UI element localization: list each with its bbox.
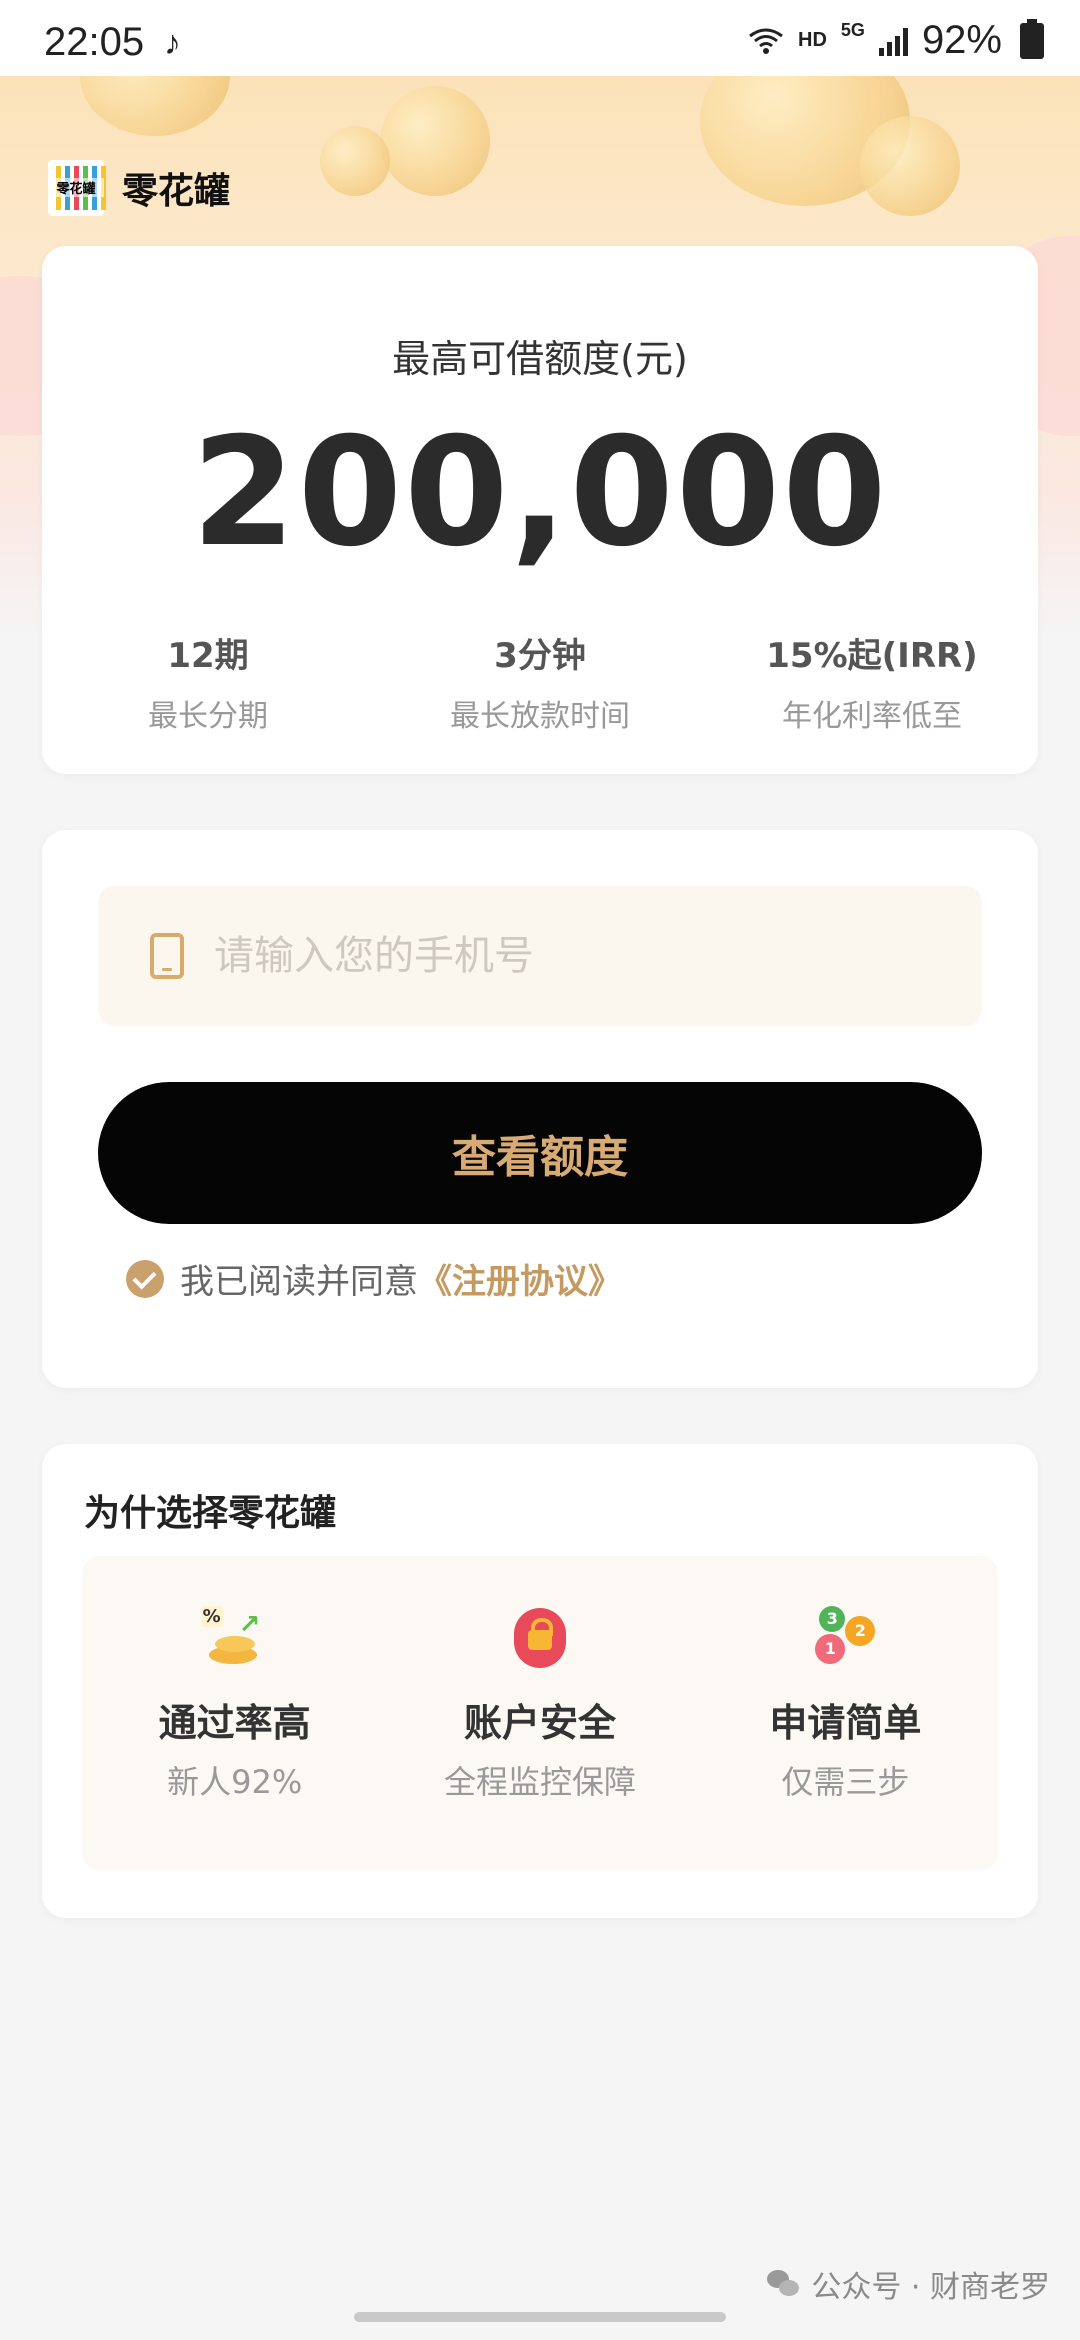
- feature-subtitle: 仅需三步: [781, 1763, 910, 1801]
- signal-icon: [878, 26, 908, 56]
- stat-desc: 最长分期: [148, 699, 268, 734]
- growth-coins-icon: % ↗: [195, 1606, 275, 1678]
- battery-percent: 92%: [921, 18, 1002, 62]
- coin-decoration: [80, 76, 230, 136]
- agree-checkbox[interactable]: [126, 1259, 164, 1298]
- wechat-icon: [767, 2270, 801, 2298]
- coin-decoration: [860, 116, 960, 216]
- phone-input-box[interactable]: [98, 886, 982, 1026]
- agree-text: 我已阅读并同意: [180, 1262, 418, 1302]
- brand-name: 零花罐: [122, 171, 231, 212]
- credit-stats: 12期 最长分期 3分钟 最长放款时间 15%起(IRR) 年化利率低至: [42, 628, 1038, 735]
- numbered-steps-icon: 3 2 1: [805, 1606, 885, 1678]
- stat-item: 12期 最长分期: [42, 628, 374, 735]
- battery-icon: [1020, 18, 1044, 59]
- feature-title: 通过率高: [158, 1701, 311, 1745]
- credit-limit-card: 最高可借额度(元) 200,000 12期 最长分期 3分钟 最长放款时间 15…: [42, 246, 1038, 774]
- features-panel: % ↗ 通过率高 新人92% 账户安全 全程监控保障 3 2 1 申请简单 仅需…: [82, 1556, 998, 1870]
- why-choose-card: 为什选择零花罐 % ↗ 通过率高 新人92% 账户安全 全程监控保障 3 2 1…: [42, 1444, 1038, 1918]
- feature-item: 3 2 1 申请简单 仅需三步: [693, 1556, 998, 1870]
- brand-logo-text: 零花罐: [48, 178, 104, 197]
- stat-value: 15%起(IRR): [766, 636, 978, 676]
- view-limit-button[interactable]: 查看额度: [98, 1082, 982, 1224]
- phone-input[interactable]: [212, 932, 916, 980]
- stat-value: 3分钟: [494, 636, 586, 676]
- network-type: 5G: [840, 20, 865, 40]
- feature-title: 账户安全: [463, 1701, 616, 1745]
- status-right: HD 5G 92%: [748, 18, 1044, 63]
- feature-subtitle: 全程监控保障: [443, 1763, 636, 1801]
- stat-item: 3分钟 最长放款时间: [374, 628, 706, 735]
- stat-desc: 最长放款时间: [450, 699, 630, 734]
- agreement-row: 我已阅读并同意 《注册协议》: [126, 1254, 622, 1303]
- feature-title: 申请简单: [769, 1701, 922, 1745]
- status-time: 22:05: [44, 20, 145, 64]
- register-agreement-link[interactable]: 《注册协议》: [418, 1254, 622, 1303]
- phone-icon: [150, 933, 184, 979]
- hd-indicator: HD: [798, 29, 827, 51]
- why-title: 为什选择零花罐: [84, 1493, 337, 1534]
- tiktok-icon: ♪: [164, 24, 181, 62]
- brand-logo: 零花罐: [48, 160, 106, 216]
- apply-form-card: 查看额度 我已阅读并同意 《注册协议》: [42, 830, 1038, 1388]
- coin-decoration: [380, 86, 490, 196]
- wifi-icon: [749, 28, 783, 54]
- coin-decoration: [320, 126, 390, 196]
- stat-value: 12期: [167, 636, 249, 676]
- feature-item: 账户安全 全程监控保障: [387, 1556, 692, 1870]
- feature-subtitle: 新人92%: [167, 1763, 303, 1801]
- watermark: 公众号 · 财商老罗: [767, 2262, 1050, 2306]
- feature-item: % ↗ 通过率高 新人92%: [82, 1556, 387, 1870]
- watermark-text: 公众号 · 财商老罗: [811, 2270, 1050, 2305]
- credit-limit-amount: 200,000: [191, 406, 889, 580]
- credit-limit-label: 最高可借额度(元): [392, 337, 688, 381]
- stat-item: 15%起(IRR) 年化利率低至: [706, 628, 1038, 735]
- shield-lock-icon: [500, 1606, 580, 1678]
- brand-header: 零花罐 零花罐: [48, 160, 230, 216]
- status-bar: 22:05 ♪ HD 5G 92%: [0, 0, 1080, 76]
- home-indicator[interactable]: [354, 2312, 726, 2322]
- stat-desc: 年化利率低至: [782, 699, 962, 734]
